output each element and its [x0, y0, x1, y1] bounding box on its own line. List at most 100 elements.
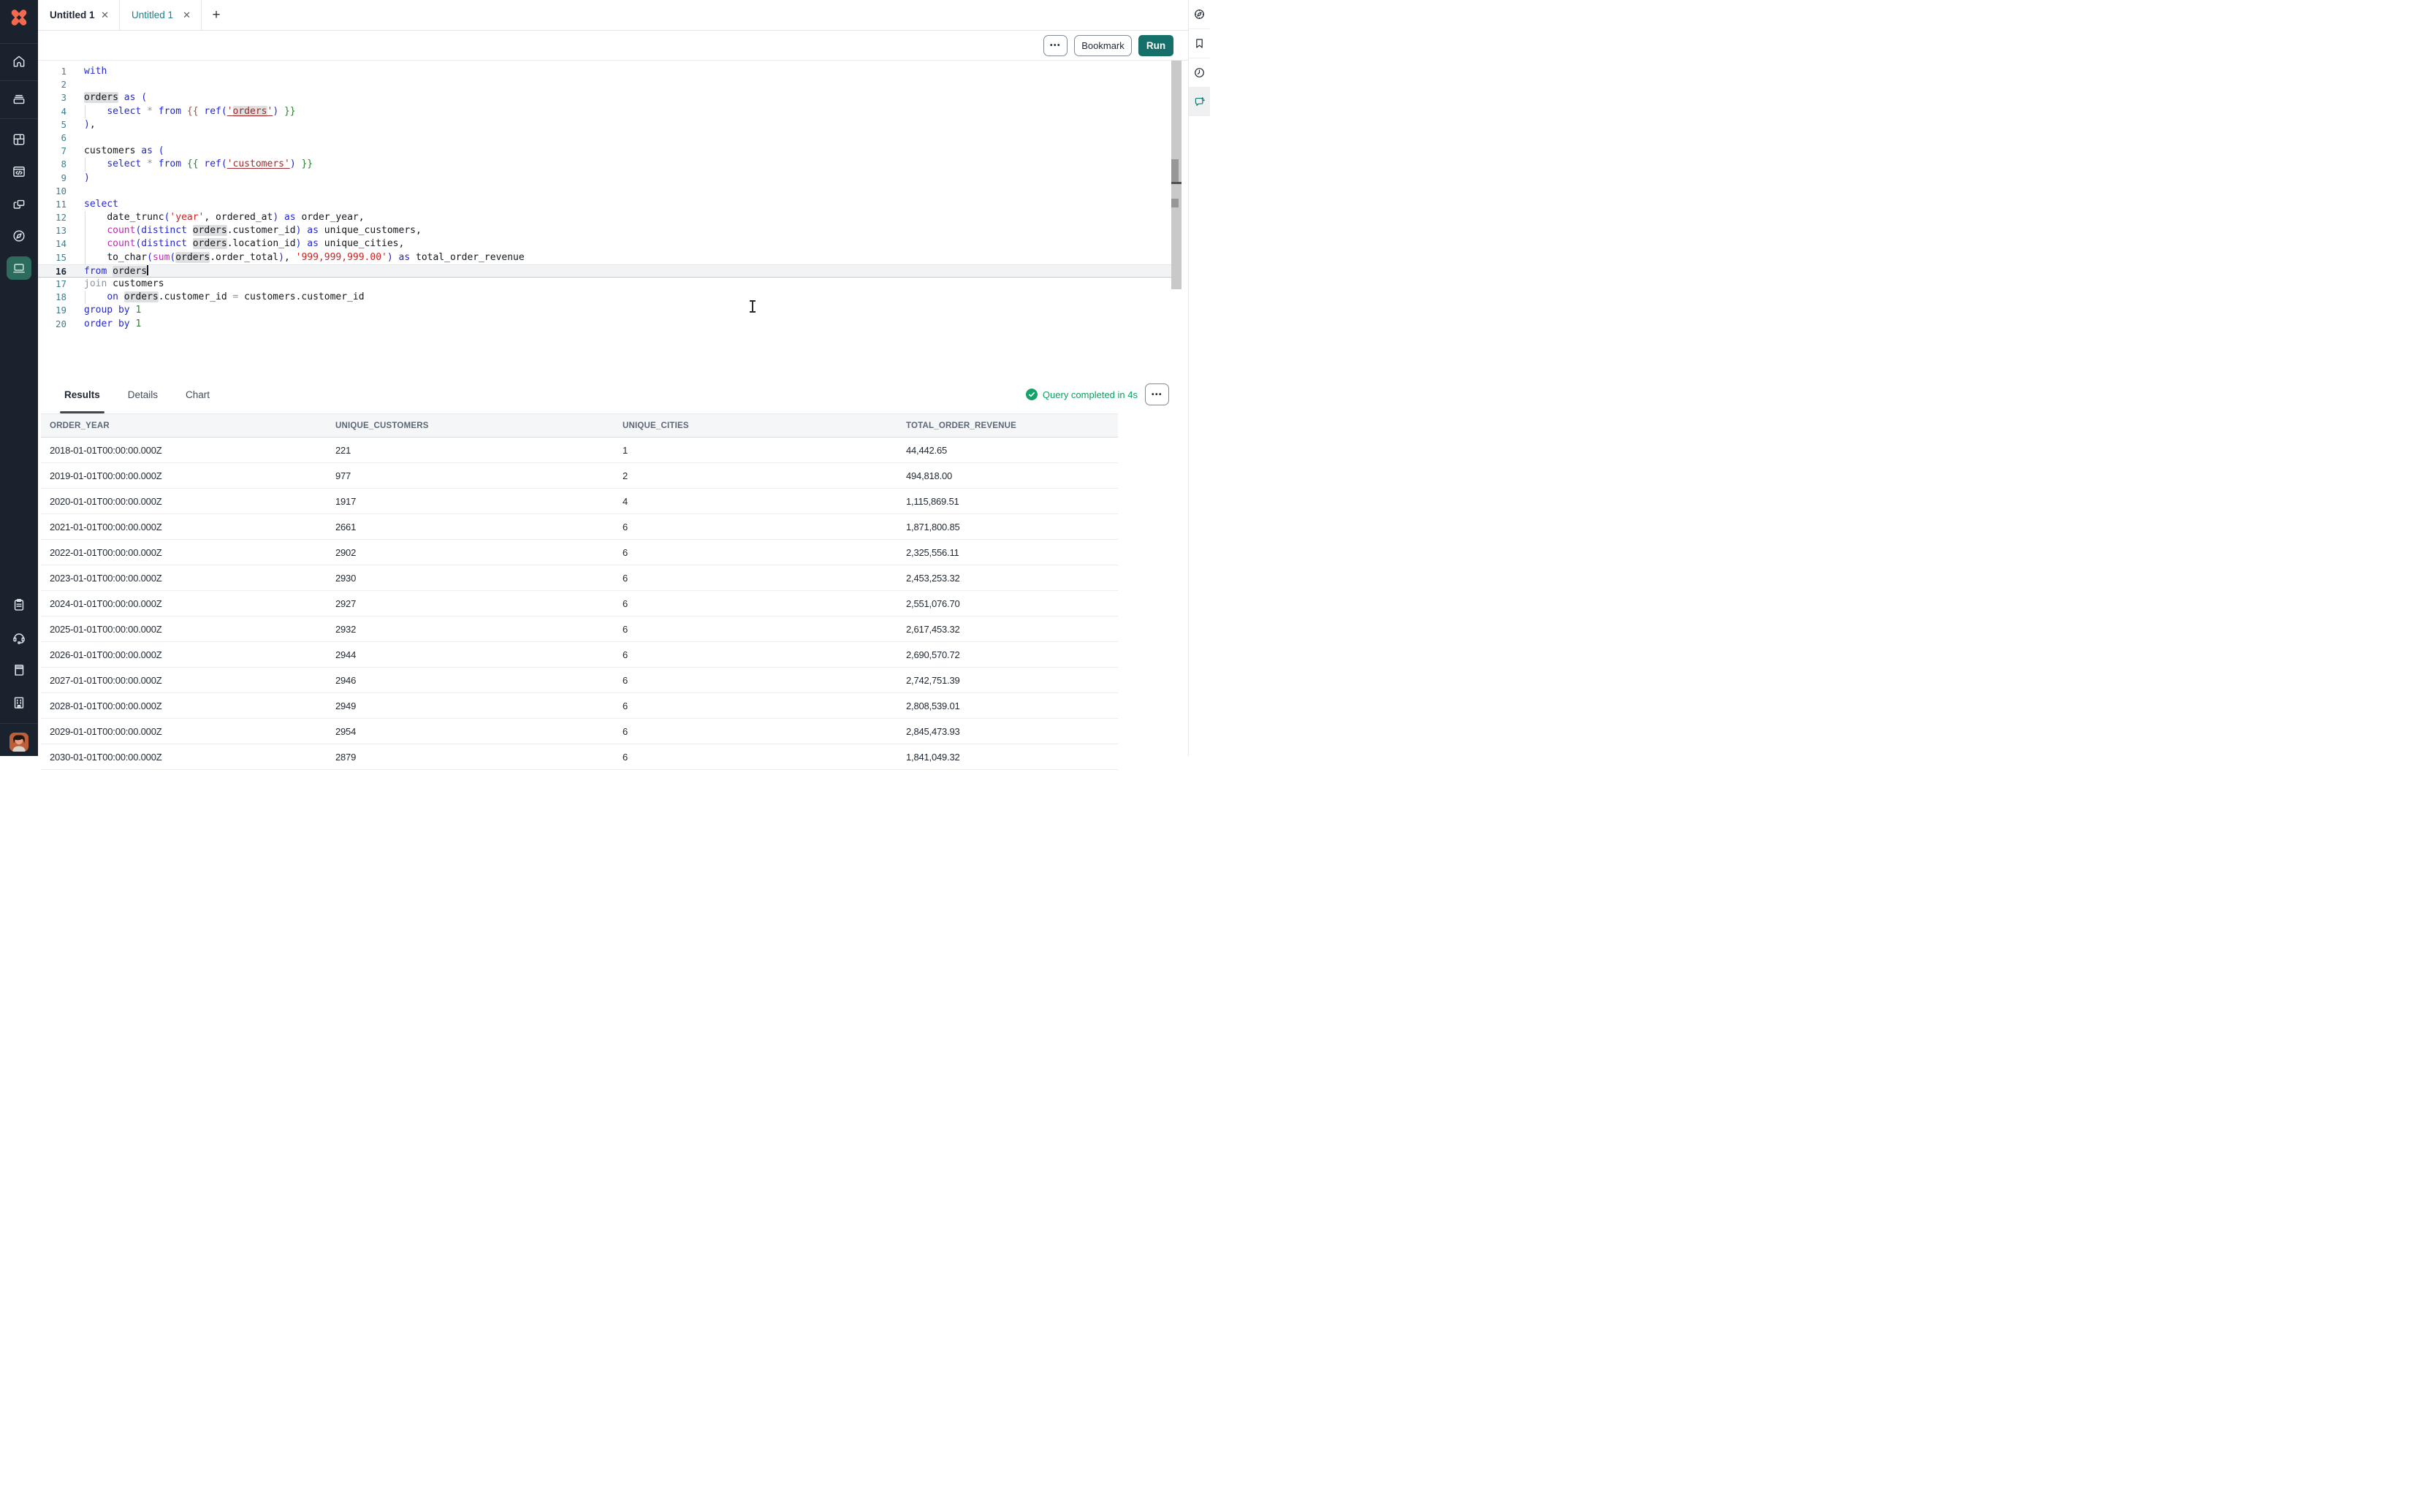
- table-cell: 2,690,570.72: [897, 642, 1118, 668]
- table-cell: 6: [614, 693, 897, 719]
- line-number: 8: [38, 158, 66, 171]
- code-lines: 1with23orders as (4 select * from {{ ref…: [38, 65, 1171, 331]
- tab-results[interactable]: Results: [61, 375, 103, 413]
- explore-icon[interactable]: [1189, 0, 1210, 29]
- ai-chat-icon[interactable]: [1189, 88, 1210, 116]
- code-line-10[interactable]: 10: [38, 185, 1171, 198]
- check-icon: [1026, 389, 1038, 400]
- code-line-1[interactable]: 1with: [38, 65, 1171, 78]
- building-icon[interactable]: [7, 691, 31, 714]
- code-line-7[interactable]: 7customers as (: [38, 145, 1171, 158]
- code-line-20[interactable]: 20order by 1: [38, 318, 1171, 331]
- table-row[interactable]: 2022-01-01T00:00:00.000Z290262,325,556.1…: [41, 540, 1118, 565]
- table-row[interactable]: 2029-01-01T00:00:00.000Z295462,845,473.9…: [41, 719, 1118, 744]
- more-options-button[interactable]: •••: [1043, 35, 1068, 56]
- table-row[interactable]: 2023-01-01T00:00:00.000Z293062,453,253.3…: [41, 565, 1118, 591]
- table-cell: 2,325,556.11: [897, 540, 1118, 565]
- bookmark-button[interactable]: Bookmark: [1074, 35, 1132, 56]
- code-text: select * from {{ ref('customers') }}: [84, 159, 313, 169]
- dashboard-icon[interactable]: [7, 128, 31, 151]
- code-text: with: [84, 66, 107, 77]
- terminal-icon[interactable]: [7, 256, 31, 280]
- paradime-logo-icon[interactable]: [8, 7, 30, 28]
- table-row[interactable]: 2025-01-01T00:00:00.000Z293262,617,453.3…: [41, 616, 1118, 642]
- query-status: Query completed in 4s: [1026, 389, 1138, 400]
- table-row[interactable]: 2028-01-01T00:00:00.000Z294962,808,539.0…: [41, 693, 1118, 719]
- table-cell: 2944: [327, 642, 614, 668]
- code-line-4[interactable]: 4 select * from {{ ref('orders') }}: [38, 105, 1171, 118]
- user-avatar[interactable]: [9, 733, 28, 752]
- table-cell: 2661: [327, 514, 614, 540]
- table-cell: 6: [614, 642, 897, 668]
- tab-untitled-1[interactable]: Untitled 1 ✕: [38, 0, 120, 30]
- sidebar-divider: [0, 118, 38, 119]
- code-line-15[interactable]: 15 to_char(sum(orders.order_total), '999…: [38, 251, 1171, 264]
- table-cell: 2930: [327, 565, 614, 591]
- table-row[interactable]: 2024-01-01T00:00:00.000Z292762,551,076.7…: [41, 591, 1118, 616]
- scrollbar-marker: [1171, 199, 1179, 207]
- code-line-11[interactable]: 11select: [38, 198, 1171, 211]
- tab-bar: Untitled 1 ✕ Untitled 1 ✕ +: [38, 0, 1188, 31]
- results-more-button[interactable]: •••: [1145, 383, 1169, 405]
- table-cell: 2025-01-01T00:00:00.000Z: [41, 616, 327, 642]
- run-button[interactable]: Run: [1138, 35, 1173, 56]
- table-cell: 2019-01-01T00:00:00.000Z: [41, 463, 327, 489]
- code-line-18[interactable]: 18 on orders.customer_id = customers.cus…: [38, 291, 1171, 304]
- code-text: date_trunc('year', ordered_at) as order_…: [84, 212, 365, 223]
- code-line-8[interactable]: 8 select * from {{ ref('customers') }}: [38, 158, 1171, 171]
- table-cell: 6: [614, 540, 897, 565]
- code-line-14[interactable]: 14 count(distinct orders.location_id) as…: [38, 237, 1171, 251]
- code-line-19[interactable]: 19group by 1: [38, 304, 1171, 317]
- code-line-12[interactable]: 12 date_trunc('year', ordered_at) as ord…: [38, 211, 1171, 224]
- code-line-2[interactable]: 2: [38, 78, 1171, 91]
- code-line-5[interactable]: 5),: [38, 118, 1171, 131]
- code-line-9[interactable]: 9): [38, 172, 1171, 185]
- table-row[interactable]: 2026-01-01T00:00:00.000Z294462,690,570.7…: [41, 642, 1118, 668]
- column-header[interactable]: UNIQUE_CUSTOMERS: [327, 414, 614, 438]
- code-text: order by 1: [84, 318, 141, 329]
- code-text: select * from {{ ref('orders') }}: [84, 106, 296, 117]
- table-row[interactable]: 2021-01-01T00:00:00.000Z266161,871,800.8…: [41, 514, 1118, 540]
- table-row[interactable]: 2027-01-01T00:00:00.000Z294662,742,751.3…: [41, 668, 1118, 693]
- windows-icon[interactable]: [7, 193, 31, 216]
- table-row[interactable]: 2020-01-01T00:00:00.000Z191741,115,869.5…: [41, 489, 1118, 514]
- table-row[interactable]: 2030-01-01T00:00:00.000Z287961,841,049.3…: [41, 744, 1118, 770]
- book-icon[interactable]: [7, 658, 31, 681]
- editor-toolbar: ••• Bookmark Run: [38, 31, 1188, 61]
- history-icon[interactable]: [1189, 58, 1210, 88]
- sql-editor[interactable]: 1with23orders as (4 select * from {{ ref…: [38, 61, 1171, 375]
- code-line-6[interactable]: 6: [38, 131, 1171, 145]
- table-row[interactable]: 2018-01-01T00:00:00.000Z221144,442.65: [41, 438, 1118, 463]
- table-cell: 2030-01-01T00:00:00.000Z: [41, 744, 327, 770]
- tab-chart[interactable]: Chart: [183, 375, 213, 413]
- code-line-16[interactable]: 16from orders: [38, 264, 1171, 278]
- scrollbar-thumb[interactable]: [1171, 159, 1179, 183]
- table-cell: 2023-01-01T00:00:00.000Z: [41, 565, 327, 591]
- compass-icon[interactable]: [7, 224, 31, 248]
- tab-untitled-2[interactable]: Untitled 1 ✕: [120, 0, 202, 30]
- table-cell: 2,808,539.01: [897, 693, 1118, 719]
- new-tab-button[interactable]: +: [202, 0, 231, 30]
- close-icon[interactable]: ✕: [181, 9, 192, 21]
- table-row[interactable]: 2019-01-01T00:00:00.000Z9772494,818.00: [41, 463, 1118, 489]
- table-cell: 2024-01-01T00:00:00.000Z: [41, 591, 327, 616]
- home-icon[interactable]: [7, 50, 31, 73]
- column-header[interactable]: UNIQUE_CITIES: [614, 414, 897, 438]
- code-window-icon[interactable]: [7, 160, 31, 183]
- line-number: 16: [38, 265, 66, 278]
- code-line-17[interactable]: 17join customers: [38, 278, 1171, 291]
- code-line-13[interactable]: 13 count(distinct orders.customer_id) as…: [38, 224, 1171, 237]
- mouse-text-cursor: [752, 301, 753, 312]
- clipboard-icon[interactable]: [7, 593, 31, 616]
- table-cell: 6: [614, 591, 897, 616]
- tab-details[interactable]: Details: [125, 375, 161, 413]
- code-line-3[interactable]: 3orders as (: [38, 91, 1171, 104]
- column-header[interactable]: TOTAL_ORDER_REVENUE: [897, 414, 1118, 438]
- close-icon[interactable]: ✕: [99, 9, 110, 21]
- headset-icon[interactable]: [7, 626, 31, 649]
- table-cell: 2902: [327, 540, 614, 565]
- line-number: 15: [38, 251, 66, 264]
- column-header[interactable]: ORDER_YEAR: [41, 414, 327, 438]
- archive-icon[interactable]: [7, 88, 31, 111]
- bookmark-icon[interactable]: [1189, 29, 1210, 58]
